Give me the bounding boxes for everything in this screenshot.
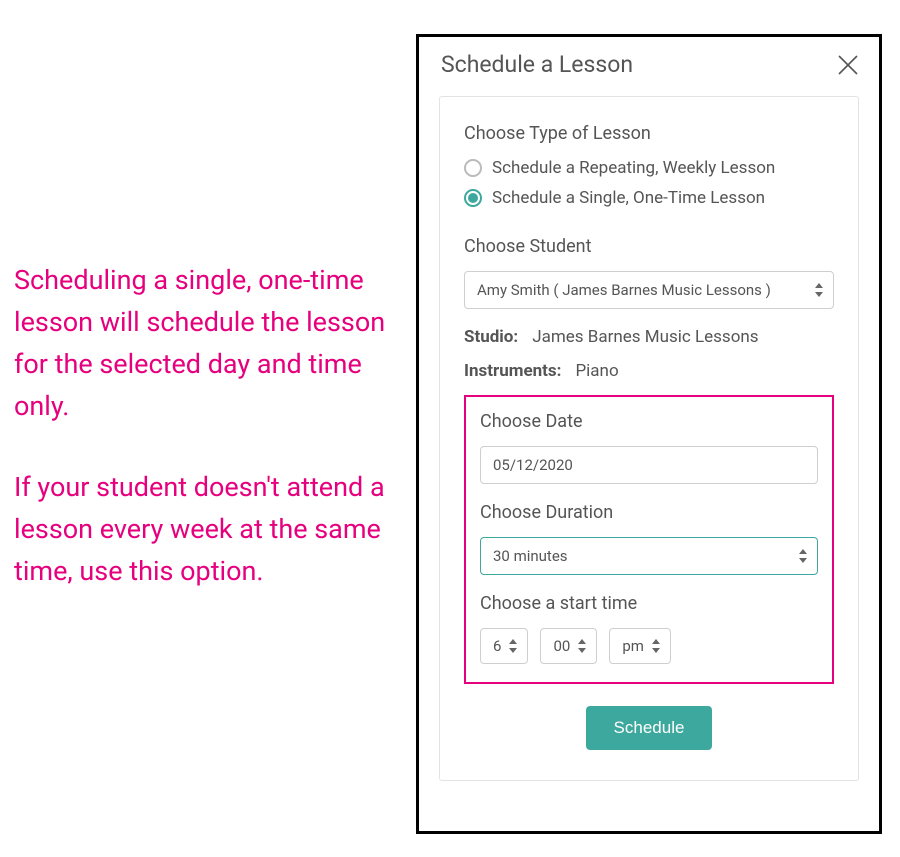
radio-icon [464, 159, 482, 177]
studio-row: Studio: James Barnes Music Lessons [464, 327, 834, 347]
ampm-value: pm [622, 637, 644, 655]
duration-select[interactable]: 30 minutes [480, 537, 818, 575]
choose-duration-label: Choose Duration [480, 502, 818, 523]
radio-single-lesson[interactable]: Schedule a Single, One-Time Lesson [464, 188, 834, 208]
hour-select[interactable]: 6 [480, 628, 528, 664]
date-input[interactable]: 05/12/2020 [480, 446, 818, 484]
chevron-sort-icon [814, 283, 824, 297]
help-paragraph-2: If your student doesn't attend a lesson … [14, 467, 394, 593]
studio-key: Studio: [464, 327, 518, 347]
schedule-lesson-modal: Schedule a Lesson Choose Type of Lesson … [416, 34, 882, 834]
help-sidebar: Scheduling a single, one-time lesson wil… [14, 260, 394, 593]
chevron-sort-icon [577, 639, 587, 653]
close-icon[interactable] [837, 54, 859, 76]
modal-title: Schedule a Lesson [441, 51, 633, 78]
duration-value: 30 minutes [493, 547, 568, 565]
hour-value: 6 [493, 637, 501, 655]
schedule-button[interactable]: Schedule [586, 706, 713, 750]
chevron-sort-icon [651, 639, 661, 653]
choose-date-label: Choose Date [480, 411, 818, 432]
student-select-value: Amy Smith ( James Barnes Music Lessons ) [477, 281, 771, 299]
instruments-row: Instruments: Piano [464, 361, 834, 381]
help-paragraph-1: Scheduling a single, one-time lesson wil… [14, 260, 394, 427]
highlight-region: Choose Date 05/12/2020 Choose Duration 3… [464, 395, 834, 684]
chevron-sort-icon [508, 639, 518, 653]
choose-student-label: Choose Student [464, 236, 834, 257]
studio-value: James Barnes Music Lessons [532, 327, 758, 347]
radio-repeating-lesson[interactable]: Schedule a Repeating, Weekly Lesson [464, 158, 834, 178]
date-value: 05/12/2020 [493, 456, 573, 474]
chevron-sort-icon [798, 549, 808, 563]
radio-label: Schedule a Single, One-Time Lesson [492, 188, 765, 208]
student-select[interactable]: Amy Smith ( James Barnes Music Lessons ) [464, 271, 834, 309]
minute-value: 00 [553, 637, 570, 655]
lesson-type-label: Choose Type of Lesson [464, 123, 834, 144]
radio-icon [464, 189, 482, 207]
choose-start-time-label: Choose a start time [480, 593, 818, 614]
ampm-select[interactable]: pm [609, 628, 671, 664]
modal-body: Choose Type of Lesson Schedule a Repeati… [439, 96, 859, 781]
instruments-value: Piano [575, 361, 618, 381]
minute-select[interactable]: 00 [540, 628, 597, 664]
instruments-key: Instruments: [464, 361, 561, 381]
radio-label: Schedule a Repeating, Weekly Lesson [492, 158, 775, 178]
